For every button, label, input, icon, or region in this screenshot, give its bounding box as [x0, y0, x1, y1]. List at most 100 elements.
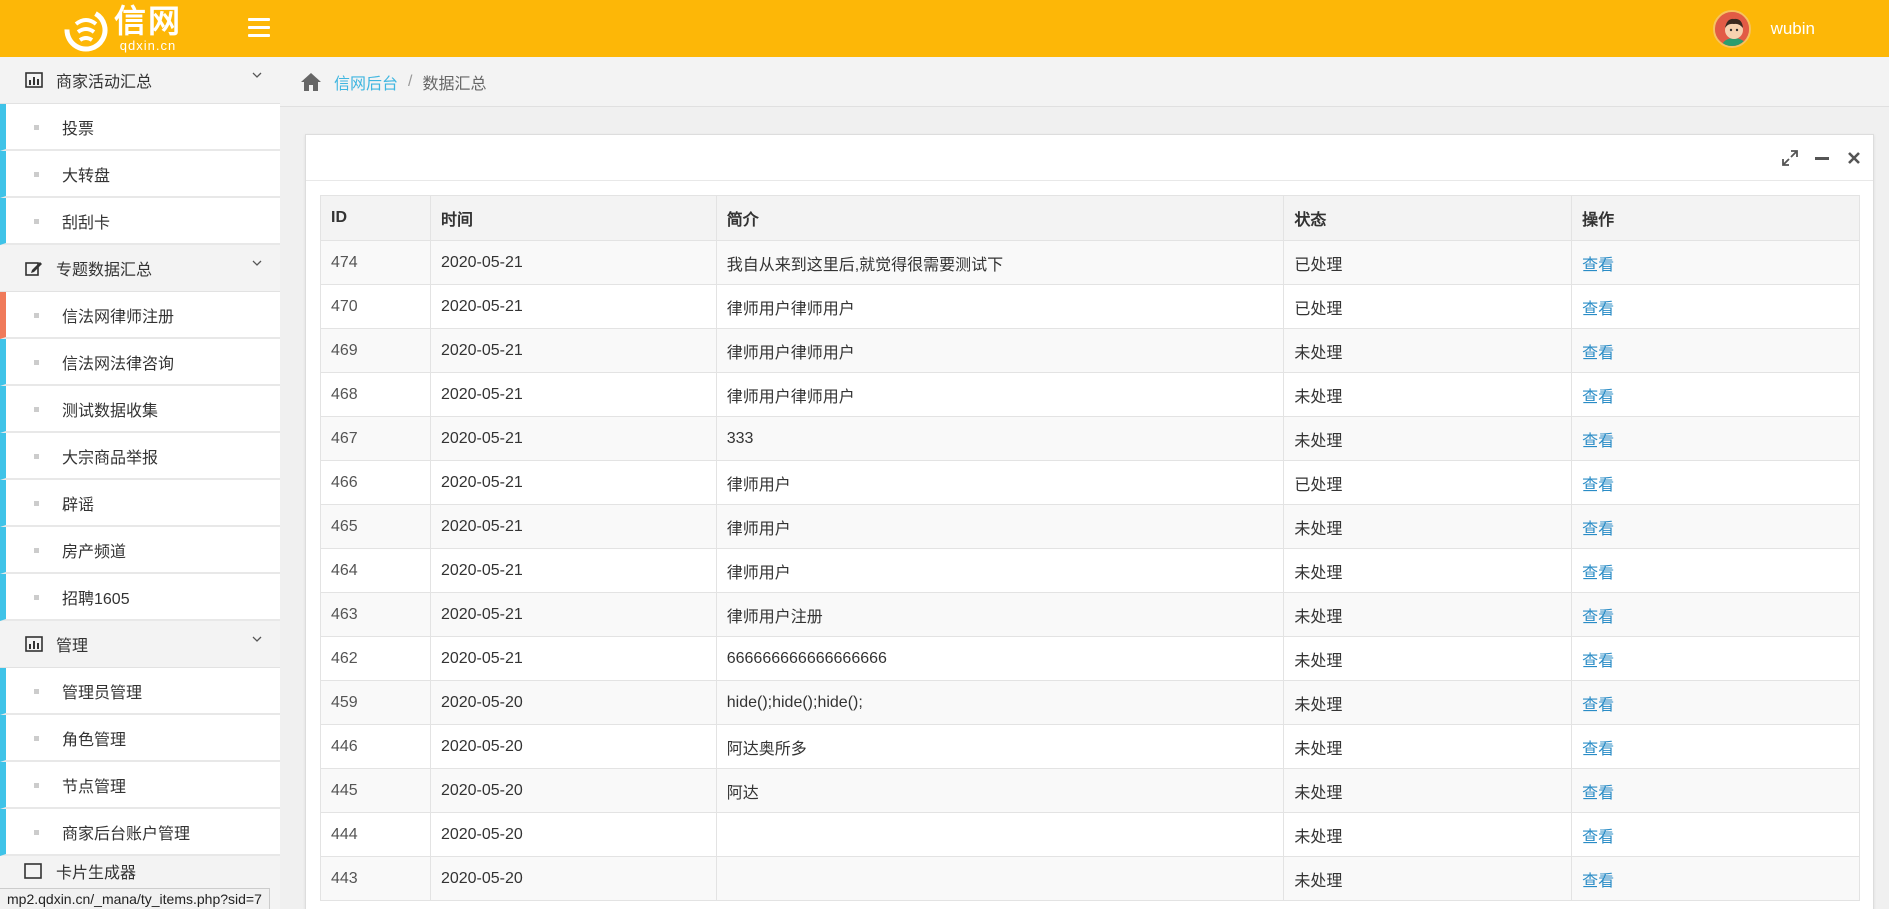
cell-time: 2020-05-21 — [429, 592, 717, 637]
table-row: 444 2020-05-20 未处理 查看 — [320, 812, 1860, 857]
sidebar-item-recruit[interactable]: 招聘1605 — [0, 574, 280, 621]
view-link[interactable]: 查看 — [1582, 697, 1614, 714]
cell-desc: 律师用户 — [715, 460, 1285, 505]
close-icon[interactable] — [1845, 149, 1863, 167]
user-menu[interactable]: wubin — [1712, 9, 1815, 49]
cell-desc: hide();hide();hide(); — [715, 680, 1285, 725]
cell-desc: 律师用户注册 — [715, 592, 1285, 637]
sidebar: 商家活动汇总 投票 大转盘 刮刮卡 专题数据汇总 信法网律师注册 信法网法律咨询… — [0, 57, 280, 909]
sidebar-item-node-manage[interactable]: 节点管理 — [0, 762, 280, 809]
table-row: 466 2020-05-21 律师用户 已处理 查看 — [320, 460, 1860, 505]
breadcrumb-home-link[interactable]: 信网后台 — [334, 70, 398, 94]
sidebar-item-label: 辟谣 — [62, 496, 95, 514]
cell-id: 444 — [320, 812, 431, 857]
collapse-icon[interactable] — [1813, 149, 1831, 167]
view-link[interactable]: 查看 — [1582, 301, 1614, 318]
view-link[interactable]: 查看 — [1582, 741, 1614, 758]
cell-time: 2020-05-21 — [429, 284, 717, 329]
cell-id: 443 — [320, 856, 431, 901]
cell-id: 470 — [320, 284, 431, 329]
cell-id: 463 — [320, 592, 431, 637]
cell-id: 468 — [320, 372, 431, 417]
cell-id: 465 — [320, 504, 431, 549]
view-link[interactable]: 查看 — [1582, 257, 1614, 274]
sidebar-item-merchant-account[interactable]: 商家后台账户管理 — [0, 809, 280, 856]
sidebar-item-role-manage[interactable]: 角色管理 — [0, 715, 280, 762]
view-link[interactable]: 查看 — [1582, 873, 1614, 890]
avatar-icon — [1714, 12, 1749, 46]
cell-action: 查看 — [1571, 768, 1860, 813]
nav-group-management[interactable]: 管理 — [0, 621, 280, 668]
view-link[interactable]: 查看 — [1582, 829, 1614, 846]
user-name[interactable]: wubin — [1771, 19, 1815, 39]
cell-id: 467 — [320, 416, 431, 461]
cell-desc: 律师用户 — [715, 504, 1285, 549]
cell-id: 462 — [320, 636, 431, 681]
view-link[interactable]: 查看 — [1582, 653, 1614, 670]
view-link[interactable]: 查看 — [1582, 389, 1614, 406]
cell-status: 已处理 — [1283, 284, 1573, 329]
expand-icon[interactable] — [1781, 149, 1799, 167]
view-link[interactable]: 查看 — [1582, 433, 1614, 450]
view-link[interactable]: 查看 — [1582, 609, 1614, 626]
cell-status: 未处理 — [1283, 856, 1573, 901]
home-icon[interactable] — [300, 72, 322, 92]
table-row: 469 2020-05-21 律师用户律师用户 未处理 查看 — [320, 328, 1860, 373]
cell-status: 已处理 — [1283, 240, 1573, 285]
cell-action: 查看 — [1571, 636, 1860, 681]
logo-text: 信网 — [114, 2, 183, 39]
nav-group-card-generator[interactable]: 卡片生成器 — [0, 856, 280, 886]
cell-id: 474 — [320, 240, 431, 285]
cell-time: 2020-05-21 — [429, 328, 717, 373]
sidebar-item-label: 节点管理 — [62, 778, 127, 796]
cell-status: 未处理 — [1283, 680, 1573, 725]
view-link[interactable]: 查看 — [1582, 521, 1614, 538]
nav-group-merchant-activity[interactable]: 商家活动汇总 — [0, 57, 280, 104]
sidebar-item-test-data[interactable]: 测试数据收集 — [0, 386, 280, 433]
sidebar-item-admin-manage[interactable]: 管理员管理 — [0, 668, 280, 715]
sidebar-item-commodity-report[interactable]: 大宗商品举报 — [0, 433, 280, 480]
table-row: 462 2020-05-21 666666666666666666 未处理 查看 — [320, 636, 1860, 681]
chevron-down-icon — [252, 636, 262, 642]
sidebar-item-real-estate[interactable]: 房产频道 — [0, 527, 280, 574]
cell-time: 2020-05-21 — [429, 636, 717, 681]
view-link[interactable]: 查看 — [1582, 785, 1614, 802]
cell-action: 查看 — [1571, 724, 1860, 769]
breadcrumb: 信网后台 / 数据汇总 — [280, 57, 1889, 107]
cell-id: 459 — [320, 680, 431, 725]
data-widget: ID 时间 简介 状态 操作 474 2020-05-21 我自从来到这里后,就觉得… — [305, 134, 1874, 909]
sidebar-item-legal-consult[interactable]: 信法网法律咨询 — [0, 339, 280, 386]
sidebar-item-label: 大宗商品举报 — [62, 449, 159, 467]
view-link[interactable]: 查看 — [1582, 477, 1614, 494]
cell-time: 2020-05-21 — [429, 416, 717, 461]
cell-status: 未处理 — [1283, 636, 1573, 681]
sidebar-item-vote[interactable]: 投票 — [0, 104, 280, 151]
breadcrumb-separator: / — [408, 72, 413, 90]
sidebar-item-scratch-card[interactable]: 刮刮卡 — [0, 198, 280, 245]
cell-desc — [715, 812, 1285, 857]
chevron-down-icon — [252, 72, 262, 78]
cell-id: 466 — [320, 460, 431, 505]
view-link[interactable]: 查看 — [1582, 345, 1614, 362]
cell-action: 查看 — [1571, 592, 1860, 637]
nav-group-label: 管理 — [56, 638, 89, 655]
cell-status: 未处理 — [1283, 372, 1573, 417]
cell-action: 查看 — [1571, 240, 1860, 285]
cell-id: 445 — [320, 768, 431, 813]
sidebar-item-wheel[interactable]: 大转盘 — [0, 151, 280, 198]
sidebar-item-lawyer-register[interactable]: 信法网律师注册 — [0, 292, 280, 339]
cell-status: 未处理 — [1283, 724, 1573, 769]
chevron-down-icon — [252, 260, 262, 266]
cell-status: 未处理 — [1283, 548, 1573, 593]
menu-toggle-icon[interactable] — [248, 18, 270, 38]
cell-time: 2020-05-21 — [429, 240, 717, 285]
sidebar-item-rumor[interactable]: 辟谣 — [0, 480, 280, 527]
nav-group-topic-data[interactable]: 专题数据汇总 — [0, 245, 280, 292]
view-link[interactable]: 查看 — [1582, 565, 1614, 582]
cell-time: 2020-05-21 — [429, 548, 717, 593]
cell-action: 查看 — [1571, 680, 1860, 725]
logo[interactable]: 信网 qdxin.cn — [62, 2, 182, 54]
avatar[interactable] — [1712, 10, 1751, 48]
cell-time: 2020-05-20 — [429, 856, 717, 901]
column-header-desc: 简介 — [715, 195, 1285, 241]
